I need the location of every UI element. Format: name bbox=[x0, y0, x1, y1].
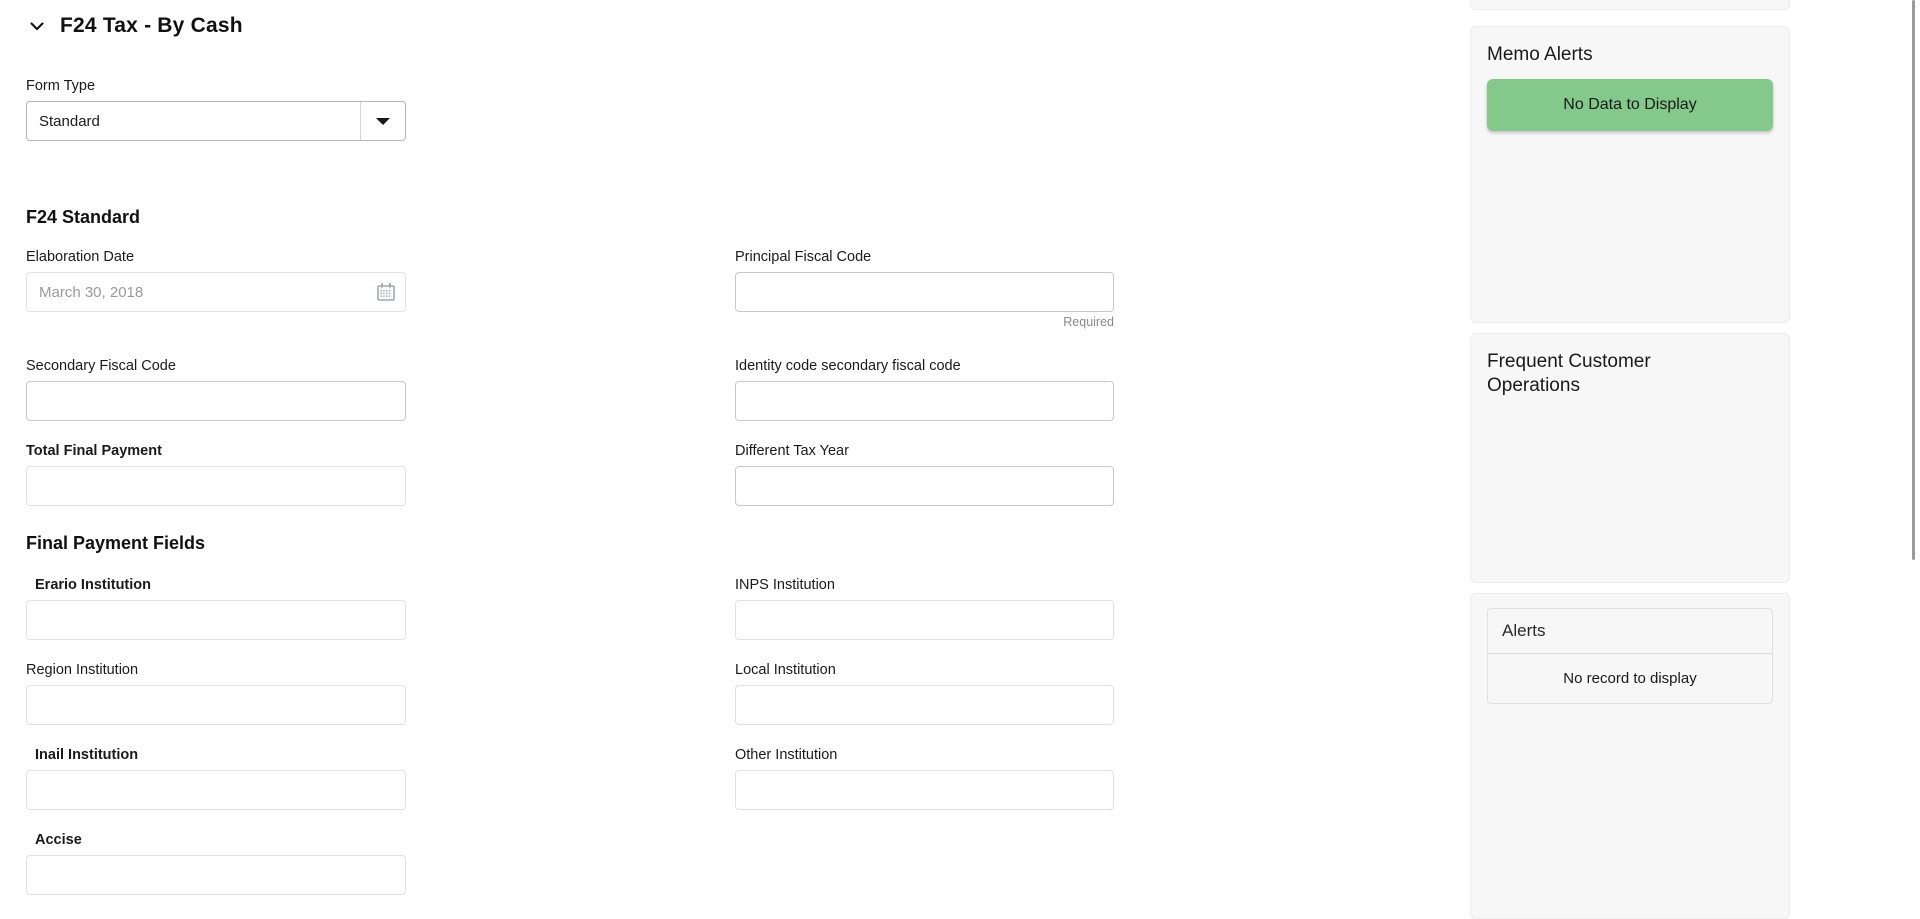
elaboration-date-field: Elaboration Date bbox=[26, 249, 406, 313]
identity-code-secondary-fiscal-code-field: Identity code secondary fiscal code bbox=[735, 358, 1114, 422]
form-type-select[interactable]: Standard bbox=[26, 101, 406, 142]
identity-code-secondary-fiscal-code-label: Identity code secondary fiscal code bbox=[735, 358, 961, 374]
different-tax-year-field: Different Tax Year bbox=[735, 443, 1114, 507]
panel-alerts: Alerts No record to display bbox=[1470, 593, 1790, 919]
local-institution-input[interactable] bbox=[735, 685, 1114, 726]
other-institution-input[interactable] bbox=[735, 770, 1114, 811]
secondary-fiscal-code-input[interactable] bbox=[26, 381, 406, 422]
vertical-scrollbar-track[interactable] bbox=[1909, 0, 1918, 919]
f24-standard-heading: F24 Standard bbox=[26, 207, 141, 227]
other-institution-field: Other Institution bbox=[735, 747, 1114, 811]
total-final-payment-label: Total Final Payment bbox=[26, 443, 162, 459]
principal-fiscal-code-required-hint: Required bbox=[1063, 315, 1114, 330]
alerts-empty-message: No record to display bbox=[1563, 670, 1697, 687]
erario-institution-input[interactable] bbox=[26, 600, 406, 641]
secondary-fiscal-code-label: Secondary Fiscal Code bbox=[26, 358, 176, 374]
total-final-payment-input[interactable] bbox=[26, 466, 406, 507]
region-institution-field: Region Institution bbox=[26, 662, 406, 726]
accise-label: Accise bbox=[35, 832, 82, 848]
section-header: F24 Tax - By Cash bbox=[26, 14, 243, 38]
accise-input[interactable] bbox=[26, 855, 406, 896]
page-root: F24 Tax - By Cash Form Type Standard F24… bbox=[0, 0, 1920, 919]
panel-frequent-customer-operations: Frequent Customer Operations bbox=[1470, 333, 1790, 583]
form-type-label: Form Type bbox=[26, 78, 96, 94]
accise-field: Accise bbox=[26, 832, 406, 896]
principal-fiscal-code-label: Principal Fiscal Code bbox=[735, 249, 872, 265]
principal-fiscal-code-field: Principal Fiscal Code Required bbox=[735, 249, 1114, 330]
identity-code-secondary-fiscal-code-input[interactable] bbox=[735, 381, 1114, 422]
total-final-payment-field: Total Final Payment bbox=[26, 443, 406, 507]
inail-institution-field: Inail Institution bbox=[26, 747, 406, 811]
erario-institution-field: Erario Institution bbox=[26, 577, 406, 641]
form-type-field: Form Type Standard bbox=[26, 78, 406, 142]
region-institution-input[interactable] bbox=[26, 685, 406, 726]
local-institution-label: Local Institution bbox=[735, 662, 836, 678]
alerts-table-header: Alerts bbox=[1488, 609, 1772, 654]
frequent-customer-operations-title: Frequent Customer Operations bbox=[1487, 351, 1651, 396]
page-title: F24 Tax - By Cash bbox=[60, 14, 243, 37]
inps-institution-input[interactable] bbox=[735, 600, 1114, 641]
calendar-icon[interactable] bbox=[375, 281, 397, 303]
inps-institution-field: INPS Institution bbox=[735, 577, 1114, 641]
inail-institution-label: Inail Institution bbox=[35, 747, 139, 763]
vertical-scrollbar-thumb[interactable] bbox=[1912, 0, 1915, 560]
erario-institution-label: Erario Institution bbox=[35, 577, 151, 593]
chevron-down-icon[interactable] bbox=[26, 15, 48, 37]
form-type-value: Standard bbox=[39, 112, 100, 130]
secondary-fiscal-code-field: Secondary Fiscal Code bbox=[26, 358, 406, 422]
inps-institution-label: INPS Institution bbox=[735, 577, 835, 593]
elaboration-date-input[interactable] bbox=[26, 272, 406, 313]
different-tax-year-label: Different Tax Year bbox=[735, 443, 849, 459]
elaboration-date-input-wrap bbox=[26, 272, 406, 313]
alerts-table: Alerts No record to display bbox=[1487, 608, 1773, 704]
right-sidebar: Memo Alerts No Data to Display Frequent … bbox=[1460, 0, 1920, 919]
different-tax-year-input[interactable] bbox=[735, 466, 1114, 507]
inail-institution-input[interactable] bbox=[26, 770, 406, 811]
memo-alerts-no-data-badge[interactable]: No Data to Display bbox=[1487, 78, 1773, 131]
region-institution-label: Region Institution bbox=[26, 662, 139, 678]
panel-partial-top bbox=[1470, 0, 1790, 10]
final-payment-fields-heading: Final Payment Fields bbox=[26, 533, 206, 553]
memo-alerts-title: Memo Alerts bbox=[1487, 44, 1593, 65]
other-institution-label: Other Institution bbox=[735, 747, 838, 763]
panel-memo-alerts: Memo Alerts No Data to Display bbox=[1470, 26, 1790, 323]
elaboration-date-label: Elaboration Date bbox=[26, 249, 135, 265]
local-institution-field: Local Institution bbox=[735, 662, 1114, 726]
f24-form-region: F24 Tax - By Cash Form Type Standard F24… bbox=[0, 0, 1460, 919]
principal-fiscal-code-input[interactable] bbox=[735, 272, 1114, 313]
caret-down-icon[interactable] bbox=[361, 102, 405, 140]
